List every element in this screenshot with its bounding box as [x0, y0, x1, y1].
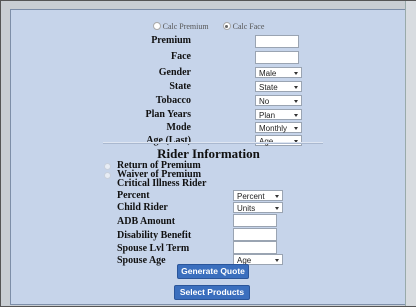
return-premium-radio[interactable] [104, 163, 111, 170]
generate-quote-button[interactable]: Generate Quote [177, 264, 249, 279]
mode-label: Mode [166, 122, 191, 133]
face-label: Face [171, 51, 191, 62]
state-label: State [169, 81, 191, 92]
plan-years-label: Plan Years [145, 109, 191, 120]
child-rider-select[interactable]: Units [233, 202, 283, 213]
face-input[interactable] [255, 51, 299, 64]
section-divider [103, 142, 323, 144]
spouse-age-label: Spouse Age [117, 255, 166, 266]
percent-label: Percent [117, 190, 150, 201]
gender-value: Male [259, 69, 277, 78]
calc-premium-label: Calc Premium [162, 22, 209, 31]
tobacco-label: Tobacco [155, 95, 191, 106]
disability-benefit-input[interactable] [233, 228, 277, 241]
calc-premium-option[interactable]: Calc Premium [152, 22, 209, 31]
percent-select[interactable]: Percent [233, 190, 283, 201]
chevron-down-icon [275, 259, 279, 262]
disability-benefit-label: Disability Benefit [117, 230, 192, 241]
mode-select[interactable]: Monthly [255, 122, 302, 133]
tobacco-value: No [259, 97, 270, 106]
calc-premium-radio[interactable] [152, 22, 161, 31]
age-label: Age (Last) [146, 135, 191, 146]
select-products-button[interactable]: Select Products [174, 285, 250, 300]
state-select[interactable]: State [255, 81, 302, 92]
chevron-down-icon [294, 86, 298, 89]
adb-amount-input[interactable] [233, 214, 277, 227]
quote-type-radio-group: Calc Premium Calc Face [11, 22, 406, 31]
tobacco-select[interactable]: No [255, 95, 302, 106]
quote-form-panel: Calc Premium Calc Face Premium Face Gend… [10, 9, 407, 305]
critical-illness-label: Critical Illness Rider [117, 178, 207, 189]
spouse-lvl-term-label: Spouse Lvl Term [117, 243, 190, 254]
calc-face-option[interactable]: Calc Face [222, 22, 265, 31]
chevron-down-icon [294, 127, 298, 130]
app-frame: Calc Premium Calc Face Premium Face Gend… [0, 0, 416, 307]
gender-select[interactable]: Male [255, 67, 302, 78]
chevron-down-icon [294, 114, 298, 117]
waiver-premium-radio[interactable] [104, 172, 111, 179]
rider-section-title: Rider Information [157, 146, 260, 161]
chevron-down-icon [294, 72, 298, 75]
premium-input[interactable] [255, 35, 299, 48]
scrollbar[interactable] [405, 1, 416, 306]
calc-face-label: Calc Face [232, 22, 265, 31]
premium-label: Premium [151, 35, 191, 46]
plan-years-select[interactable]: Plan [255, 109, 302, 120]
calc-face-radio[interactable] [222, 22, 231, 31]
percent-value: Percent [237, 192, 265, 201]
chevron-down-icon [275, 207, 279, 210]
chevron-down-icon [294, 100, 298, 103]
spouse-lvl-term-input[interactable] [233, 241, 277, 254]
child-rider-label: Child Rider [117, 202, 168, 213]
chevron-down-icon [275, 195, 279, 198]
gender-label: Gender [158, 67, 191, 78]
plan-years-value: Plan [259, 111, 276, 120]
adb-amount-label: ADB Amount [117, 216, 176, 227]
child-rider-value: Units [237, 204, 256, 213]
mode-value: Monthly [259, 124, 288, 133]
age-select[interactable]: Age [255, 135, 302, 146]
state-value: State [259, 83, 278, 92]
